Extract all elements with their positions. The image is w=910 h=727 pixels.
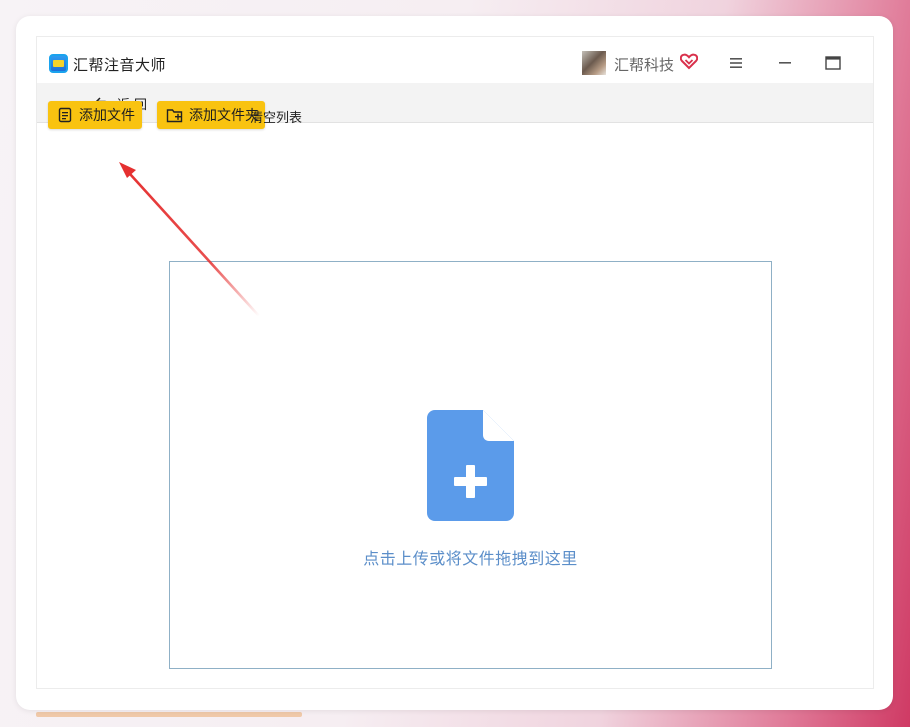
file-plus-icon <box>427 410 514 521</box>
user-name[interactable]: 汇帮科技 <box>614 54 674 75</box>
app-logo-icon <box>49 54 68 73</box>
avatar[interactable] <box>582 51 606 75</box>
add-file-label: 添加文件 <box>79 108 135 124</box>
heart-badge-icon[interactable] <box>680 53 698 70</box>
clear-list-button[interactable]: 清空列表 <box>250 107 302 126</box>
folder-plus-icon <box>166 108 183 122</box>
dropzone-hint: 点击上传或将文件拖拽到这里 <box>363 549 578 568</box>
add-file-button[interactable]: 添加文件 <box>48 101 142 129</box>
document-list-icon <box>58 107 72 122</box>
maximize-icon[interactable] <box>821 51 845 75</box>
upload-dropzone[interactable]: 点击上传或将文件拖拽到这里 <box>169 261 772 669</box>
add-folder-label: 添加文件夹 <box>189 108 259 124</box>
minimize-icon[interactable] <box>773 51 797 75</box>
hamburger-menu-icon[interactable] <box>724 51 748 75</box>
background-strip <box>36 712 302 717</box>
app-title: 汇帮注音大师 <box>73 56 167 74</box>
title-bar: 汇帮注音大师 汇帮科技 <box>37 37 873 83</box>
add-folder-button[interactable]: 添加文件夹 <box>157 101 265 129</box>
